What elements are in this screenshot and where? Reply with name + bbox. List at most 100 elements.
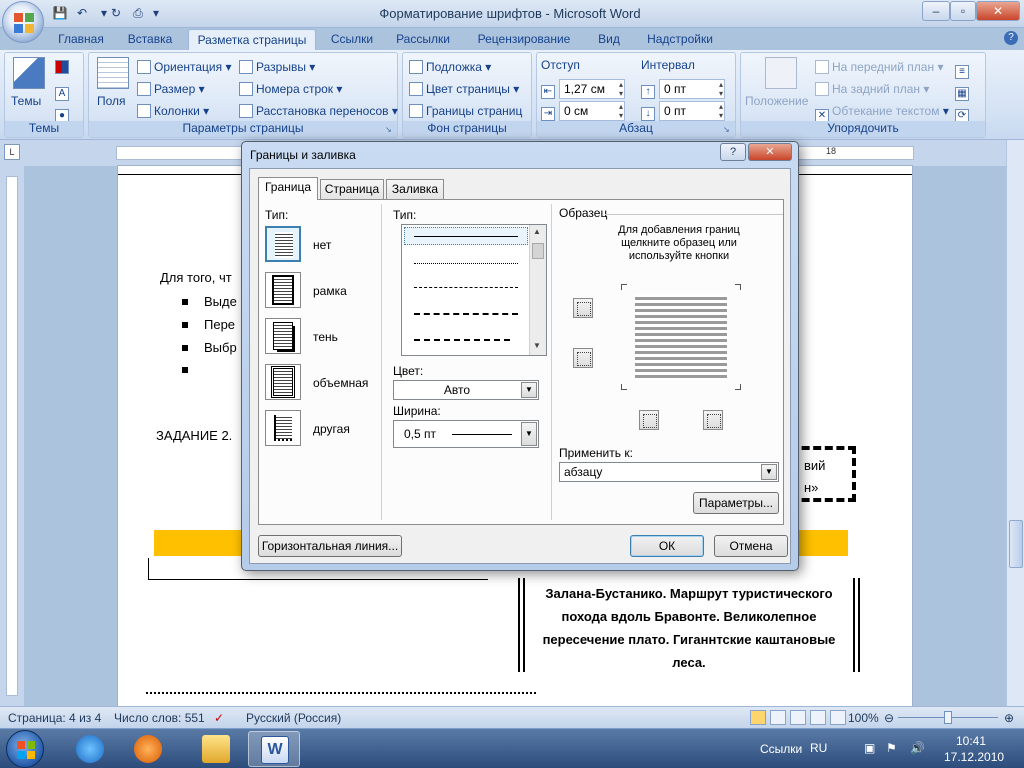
ok-button[interactable]: ОК [630, 535, 704, 557]
zoom-out-icon[interactable]: ⊖ [884, 711, 894, 725]
tab-references[interactable]: Ссылки [322, 29, 382, 50]
indent-right-input[interactable]: 0 см [559, 101, 625, 121]
cancel-button[interactable]: Отмена [714, 535, 788, 557]
chevron-down-icon[interactable]: ▼ [521, 382, 537, 398]
setting-none-icon[interactable] [265, 226, 301, 262]
tab-addins[interactable]: Надстройки [640, 29, 720, 50]
tab-insert[interactable]: Вставка [118, 29, 182, 50]
spacing-before-input[interactable]: 0 пт [659, 79, 725, 99]
left-border-button[interactable] [639, 410, 659, 430]
width-select[interactable]: 0,5 пт ▼ [393, 420, 539, 448]
paragraph-launcher-icon[interactable]: ↘ [723, 125, 733, 135]
outline-view-icon[interactable] [810, 710, 826, 725]
page-count[interactable]: Страница: 4 из 4 [8, 711, 101, 725]
tab-shading[interactable]: Заливка [386, 179, 444, 199]
scrollbar-thumb[interactable] [1009, 520, 1023, 568]
options-button[interactable]: Параметры... [693, 492, 779, 514]
position-icon[interactable] [765, 57, 797, 89]
word-count[interactable]: Число слов: 551 [114, 711, 205, 725]
watermark-button[interactable]: Подложка ▾ [409, 59, 491, 75]
align-icon[interactable]: ≡ [955, 65, 969, 79]
setting-none-label[interactable]: нет [313, 238, 331, 252]
network-icon[interactable]: ▣ [864, 741, 875, 755]
close-button[interactable]: ✕ [976, 1, 1020, 21]
taskbar-explorer[interactable] [190, 731, 242, 767]
themes-icon[interactable] [13, 57, 45, 89]
style-scroll-thumb[interactable] [532, 243, 544, 259]
setting-3d-icon[interactable] [265, 364, 301, 400]
setting-shadow-icon[interactable] [265, 318, 301, 354]
position-button[interactable]: Положение [745, 93, 808, 109]
send-back-button[interactable]: На задний план ▾ [815, 81, 929, 97]
quick-access-menu-icon[interactable]: ▾ [148, 5, 164, 21]
tray-language[interactable]: RU [810, 741, 827, 755]
zoom-slider-thumb[interactable] [944, 711, 952, 724]
taskbar-ie[interactable] [64, 731, 116, 767]
scroll-down-icon[interactable]: ▼ [533, 341, 541, 350]
bring-front-button[interactable]: На передний план ▾ [815, 59, 943, 75]
line-numbers-button[interactable]: Номера строк ▾ [239, 81, 342, 97]
hyphenation-button[interactable]: Расстановка переносов ▾ [239, 103, 398, 119]
tab-review[interactable]: Рецензирование [470, 29, 578, 50]
full-screen-view-icon[interactable] [770, 710, 786, 725]
tab-mailings[interactable]: Рассылки [390, 29, 456, 50]
zoom-level[interactable]: 100% [848, 711, 879, 725]
action-center-icon[interactable]: ⚑ [886, 741, 897, 755]
print-layout-view-icon[interactable] [750, 710, 766, 725]
draft-view-icon[interactable] [830, 710, 846, 725]
line-style-list[interactable]: ▲ ▼ [401, 224, 547, 356]
spacing-after-input[interactable]: 0 пт [659, 101, 725, 121]
apply-to-select[interactable]: абзацу ▼ [559, 462, 779, 482]
tab-home[interactable]: Главная [50, 29, 112, 50]
top-border-button[interactable] [573, 298, 593, 318]
web-layout-view-icon[interactable] [790, 710, 806, 725]
bottom-border-button[interactable] [573, 348, 593, 368]
redo-icon[interactable]: ↻ [108, 5, 124, 21]
columns-button[interactable]: Колонки ▾ [137, 103, 209, 119]
minimize-button[interactable]: – [922, 1, 950, 21]
indent-left-input[interactable]: 1,27 см [559, 79, 625, 99]
themes-button[interactable]: Темы [11, 93, 41, 109]
style-dotted[interactable] [414, 263, 518, 264]
help-icon[interactable]: ? [1004, 31, 1018, 45]
office-button[interactable] [2, 1, 44, 43]
group-objects-icon[interactable]: ▦ [955, 87, 969, 101]
taskbar-word[interactable]: W [248, 731, 300, 767]
vertical-ruler-bar[interactable] [6, 176, 18, 696]
setting-box-label[interactable]: рамка [313, 284, 347, 298]
setting-shadow-label[interactable]: тень [313, 330, 338, 344]
dialog-close-button[interactable]: ✕ [748, 143, 792, 161]
tab-border[interactable]: Граница [258, 177, 318, 200]
tab-page-border[interactable]: Страница [320, 179, 384, 199]
scroll-up-icon[interactable]: ▲ [533, 227, 541, 236]
language-status[interactable]: Русский (Россия) [246, 711, 341, 725]
setting-custom-icon[interactable] [265, 410, 301, 446]
tab-selector-icon[interactable]: L [4, 144, 20, 160]
clock-time[interactable]: 10:41 [956, 734, 986, 748]
style-list-scrollbar[interactable]: ▲ ▼ [529, 225, 546, 355]
start-button[interactable] [6, 730, 44, 768]
breaks-button[interactable]: Разрывы ▾ [239, 59, 315, 75]
dialog-launcher-icon[interactable]: ↘ [385, 125, 395, 135]
style-dash-dot[interactable] [414, 339, 510, 341]
dialog-help-button[interactable]: ? [720, 143, 746, 161]
color-select[interactable]: Авто ▼ [393, 380, 539, 400]
tab-view[interactable]: Вид [590, 29, 628, 50]
style-solid[interactable] [414, 236, 518, 237]
preview-paragraph[interactable] [635, 294, 727, 380]
taskbar-media-player[interactable] [122, 731, 174, 767]
save-icon[interactable]: 💾 [52, 5, 68, 21]
print-icon[interactable]: ⎙ [130, 5, 146, 21]
text-wrap-button[interactable]: ✕ Обтекание текстом ▾ [815, 103, 949, 123]
theme-fonts-icon[interactable]: A [55, 87, 69, 101]
chevron-down-icon[interactable]: ▼ [761, 464, 777, 480]
orientation-button[interactable]: Ориентация ▾ [137, 59, 231, 75]
right-border-button[interactable] [703, 410, 723, 430]
clock-date[interactable]: 17.12.2010 [944, 750, 1004, 764]
vertical-scrollbar[interactable] [1006, 140, 1024, 706]
chevron-down-icon[interactable]: ▼ [521, 422, 537, 446]
zoom-in-icon[interactable]: ⊕ [1004, 711, 1014, 725]
maximize-button[interactable]: ▫ [950, 1, 976, 21]
page-color-button[interactable]: Цвет страницы ▾ [409, 81, 519, 97]
theme-colors-icon[interactable] [55, 60, 69, 74]
